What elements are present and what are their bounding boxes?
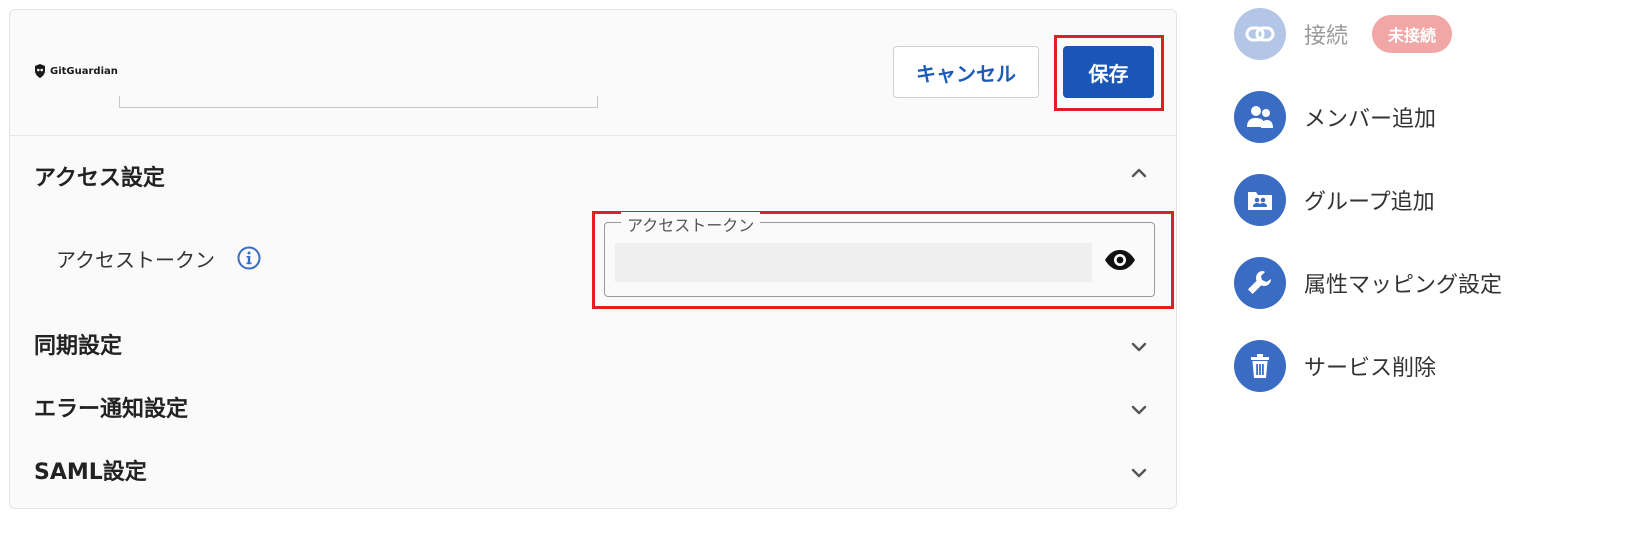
sidebar-item-label: 属性マッピング設定 (1304, 273, 1503, 298)
link-icon (1234, 8, 1286, 60)
cancel-button[interactable]: キャンセル (893, 46, 1039, 98)
section-sync-settings[interactable]: 同期設定 (34, 328, 122, 360)
access-token-label: アクセストークン (56, 248, 215, 272)
service-name-field-edge (119, 96, 598, 108)
section-error-notification-settings[interactable]: エラー通知設定 (34, 391, 188, 423)
section-saml-settings[interactable]: SAML設定 (34, 454, 147, 486)
section-access-settings[interactable]: アクセス設定 (34, 160, 165, 192)
chevron-down-icon[interactable] (1128, 399, 1150, 421)
sidebar-item-label: グループ追加 (1304, 190, 1435, 215)
info-icon[interactable] (237, 246, 261, 270)
eye-icon[interactable] (1103, 247, 1137, 273)
chevron-up-icon[interactable] (1128, 162, 1150, 184)
gitguardian-logo: GitGuardian (34, 64, 118, 78)
save-button[interactable]: 保存 (1063, 46, 1154, 98)
sidebar-item-delete-service[interactable]: サービス削除 (1234, 340, 1436, 392)
chevron-down-icon[interactable] (1128, 336, 1150, 358)
sidebar-item-label: 接続 (1304, 24, 1349, 49)
access-token-field-legend: アクセストークン (621, 212, 761, 236)
add-member-icon (1234, 91, 1286, 143)
sidebar-item-attribute-mapping[interactable]: 属性マッピング設定 (1234, 257, 1502, 309)
logo-text: GitGuardian (50, 65, 118, 77)
add-group-icon (1234, 174, 1286, 226)
access-token-input[interactable] (615, 243, 1092, 282)
panel-header: GitGuardian キャンセル 保存 (10, 10, 1176, 136)
sidebar-item-label: サービス削除 (1304, 356, 1437, 381)
wrench-icon (1234, 257, 1286, 309)
gitguardian-logo-icon (35, 64, 45, 78)
chevron-down-icon[interactable] (1128, 462, 1150, 484)
status-badge: 未接続 (1372, 15, 1453, 53)
settings-panel: GitGuardian キャンセル 保存 アクセス設定 アクセストークン アクセ… (9, 9, 1177, 509)
access-token-field: アクセストークン (604, 212, 1155, 297)
sidebar-item-connect[interactable]: 接続 未接続 (1234, 8, 1453, 60)
trash-icon (1234, 340, 1286, 392)
sidebar-item-label: メンバー追加 (1304, 107, 1437, 132)
sidebar-item-add-member[interactable]: メンバー追加 (1234, 91, 1436, 143)
sidebar-item-add-group[interactable]: グループ追加 (1234, 174, 1435, 226)
